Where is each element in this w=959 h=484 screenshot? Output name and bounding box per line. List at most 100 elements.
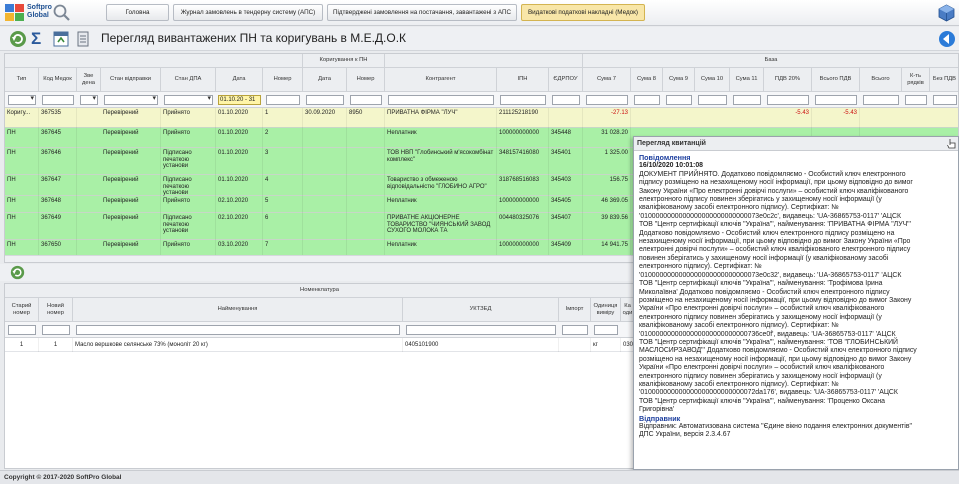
popup-title: Перегляд квитанцій: [634, 137, 958, 151]
refresh-icon[interactable]: [9, 30, 27, 48]
cell-num: 4: [263, 175, 303, 196]
col-uktzed[interactable]: УКТЗЕД: [403, 298, 559, 322]
filter-unit[interactable]: [594, 325, 618, 335]
message-line: '0100000000000000000000000000073e0c2c', …: [639, 212, 901, 220]
filter-no-pdv[interactable]: [933, 95, 957, 105]
cell-cnum: [347, 175, 385, 196]
cell-code: 367649: [39, 213, 77, 240]
message-text: ДОКУМЕНТ ПРИЙНЯТО. Додатково повідомляєм…: [639, 171, 954, 415]
col-unit[interactable]: Одиниця виміру: [591, 298, 621, 322]
col-sum9[interactable]: Сума 9: [663, 68, 695, 92]
filter-sum10[interactable]: [698, 95, 727, 105]
filter-sum9[interactable]: [666, 95, 692, 105]
cell-send: Перевірений: [101, 128, 161, 148]
message-line: ДОКУМЕНТ ПРИЙНЯТО. Додатково повідомляєм…: [639, 170, 906, 178]
col-date[interactable]: Дата: [216, 68, 263, 92]
filter-number[interactable]: [266, 95, 300, 105]
cell-edrpou: 345407: [549, 213, 583, 240]
filter-sum8[interactable]: [634, 95, 660, 105]
message-line: електронного підпису). Сертифікат: №: [639, 263, 762, 271]
back-arrow-icon[interactable]: [938, 30, 956, 48]
filter-pdv20[interactable]: [767, 95, 809, 105]
cell-cdate: [303, 196, 347, 213]
table-row[interactable]: 1 1 Масло вершкове селянське 73% (моноліт …: [5, 338, 633, 352]
col-type[interactable]: Тип: [5, 68, 39, 92]
filter-new-number[interactable]: [42, 325, 70, 335]
cell-cnum: [347, 196, 385, 213]
filter-uktzed[interactable]: [406, 325, 556, 335]
col-total-pdv[interactable]: Всього ПДВ: [812, 68, 860, 92]
col-sum8[interactable]: Сума 8: [631, 68, 663, 92]
tab-confirmed-orders[interactable]: Підтверджені замовлення на постачання, з…: [327, 4, 517, 21]
export-icon[interactable]: [52, 30, 70, 48]
cell-type: ПН: [5, 175, 39, 196]
filter-total[interactable]: [863, 95, 899, 105]
col-old-number[interactable]: Старий номер: [5, 298, 39, 322]
filter-edrpou[interactable]: [552, 95, 580, 105]
filter-zv-den[interactable]: [80, 95, 98, 105]
col-sum7[interactable]: Сума 7: [583, 68, 631, 92]
col-number[interactable]: Номер: [263, 68, 303, 92]
tab-tax-invoices-medok[interactable]: Видаткові податкові накладні (Медок): [521, 4, 645, 21]
document-icon[interactable]: [74, 30, 92, 48]
filter-old-number[interactable]: [8, 325, 36, 335]
filter-sum11[interactable]: [733, 95, 761, 105]
message-line: '0100000000000000000000000000736ce0f', в…: [639, 330, 896, 338]
refresh-icon[interactable]: [10, 265, 25, 280]
col-corr-number[interactable]: Номер: [347, 68, 385, 92]
cell-edrpou: 345405: [549, 196, 583, 213]
cell-type: ПН: [5, 148, 39, 175]
col-rows-count[interactable]: К-ть рядків: [902, 68, 930, 92]
message-line: електронного підпису повинен зберігатись…: [639, 313, 882, 321]
col-pdv20[interactable]: ПДВ 20%: [764, 68, 812, 92]
col-medok-code[interactable]: Код Медок: [39, 68, 77, 92]
cell-cdate: [303, 175, 347, 196]
message-timestamp: 16/10/2020 10:01:08: [639, 162, 703, 170]
message-line: Григорівна': [639, 406, 675, 414]
col-total[interactable]: Всього: [860, 68, 902, 92]
filter-counterparty[interactable]: [388, 95, 494, 105]
cell-code: 367645: [39, 128, 77, 148]
col-corr-date[interactable]: Дата: [303, 68, 347, 92]
filter-corr-date[interactable]: [306, 95, 344, 105]
col-sum10[interactable]: Сума 10: [695, 68, 730, 92]
filter-date[interactable]: 01.10.20 - 31: [218, 95, 261, 105]
filter-total-pdv[interactable]: [815, 95, 857, 105]
filter-send-state[interactable]: [104, 95, 158, 105]
tab-home[interactable]: Головна: [106, 4, 169, 21]
col-ipn[interactable]: ІПН: [497, 68, 549, 92]
sum-icon[interactable]: Σ: [31, 30, 49, 48]
filter-medok-code[interactable]: [42, 95, 74, 105]
filter-import[interactable]: [562, 325, 588, 335]
filter-dpa-state[interactable]: [164, 95, 213, 105]
col-send-state[interactable]: Стан відправки: [101, 68, 161, 92]
filter-rows-count[interactable]: [905, 95, 927, 105]
col-zv-den[interactable]: Зве дена: [77, 68, 101, 92]
header-blank-2: [385, 54, 583, 68]
filter-type[interactable]: [8, 95, 36, 105]
filter-sum7[interactable]: [586, 95, 628, 105]
cell-date: 02.10.2020: [216, 196, 263, 213]
filter-ipn[interactable]: [500, 95, 546, 105]
database-cube-icon[interactable]: [938, 4, 955, 22]
tab-tender-orders-journal[interactable]: Журнал замовлень в тендерну систему (АПС…: [173, 4, 323, 21]
cell-dpa: Підписано печаткою установи: [161, 175, 216, 196]
col-no-pdv[interactable]: Без ПДВ: [930, 68, 958, 92]
brand-line1: Softpro: [27, 4, 52, 11]
search-icon[interactable]: [52, 3, 71, 22]
filter-name[interactable]: [76, 325, 400, 335]
table-row[interactable]: Коригу... 367535 Перевірений Прийнято 01.10.…: [5, 108, 958, 128]
message-line: України «Про електронні довірчі послуги»…: [639, 305, 885, 313]
col-edrpou[interactable]: ЄДРПОУ: [549, 68, 583, 92]
filter-corr-number[interactable]: [350, 95, 382, 105]
col-dpa-state[interactable]: Стан ДПА: [161, 68, 216, 92]
cell-code: 367648: [39, 196, 77, 213]
col-name[interactable]: Найменування: [73, 298, 403, 322]
col-import[interactable]: Імпорт: [559, 298, 591, 322]
col-new-number[interactable]: Новий номер: [39, 298, 73, 322]
message-line: '010000000000000000000000000072da176', в…: [639, 389, 898, 397]
col-counterparty[interactable]: Контрагент: [385, 68, 497, 92]
cell-send: Перевірений: [101, 196, 161, 213]
col-sum11[interactable]: Сума 11: [730, 68, 764, 92]
cell-unit: кг: [591, 338, 621, 352]
